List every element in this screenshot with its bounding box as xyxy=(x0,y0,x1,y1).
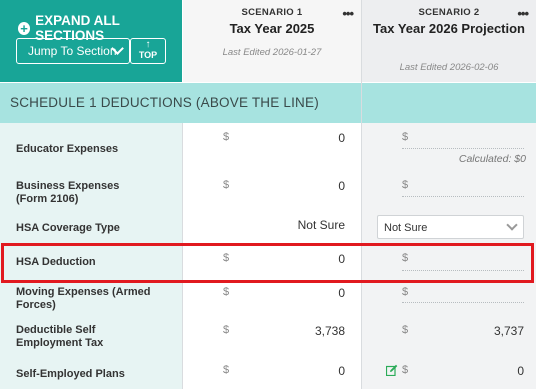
currency-symbol: $ xyxy=(402,179,409,191)
row-label-hsa-deduction: HSA Deduction xyxy=(16,256,96,268)
scenario-2-header: SCENARIO 2 Tax Year 2026 Projection Last… xyxy=(362,0,536,82)
input-underline xyxy=(402,196,524,197)
scenario-name: Tax Year 2025 xyxy=(229,21,315,36)
currency-symbol: $ xyxy=(223,131,230,143)
header-actions: + EXPAND ALL SECTIONS Jump To Section ↑ … xyxy=(0,0,182,82)
scenario-label: SCENARIO 2 xyxy=(418,7,480,18)
tax-scenario-comparison: + EXPAND ALL SECTIONS Jump To Section ↑ … xyxy=(0,0,536,389)
section-header[interactable]: SCHEDULE 1 DEDUCTIONS (ABOVE THE LINE) xyxy=(0,83,536,123)
business-expenses-s1-input[interactable]: 0 xyxy=(265,179,345,193)
hsa-coverage-s2-select[interactable]: Not Sure xyxy=(377,215,524,239)
currency-symbol: $ xyxy=(402,286,409,298)
edit-icon[interactable] xyxy=(386,364,398,376)
scenario-label: SCENARIO 1 xyxy=(241,7,303,18)
last-edited-text: Last Edited 2026-02-06 xyxy=(399,62,499,73)
currency-symbol: $ xyxy=(402,364,409,376)
row-label-educator-expenses: Educator Expenses xyxy=(16,143,119,155)
column-divider xyxy=(361,0,362,389)
input-underline xyxy=(402,302,524,303)
self-employed-plans-s1-input[interactable]: 0 xyxy=(265,364,345,378)
currency-symbol: $ xyxy=(402,324,409,336)
jump-to-section-dropdown[interactable]: Jump To Section xyxy=(16,38,130,64)
top-button[interactable]: ↑ TOP xyxy=(130,38,166,64)
hsa-coverage-s2-selected: Not Sure xyxy=(384,222,428,234)
currency-symbol: $ xyxy=(223,324,230,336)
hsa-coverage-s1-value[interactable]: Not Sure xyxy=(265,218,345,232)
row-label-self-employed-plans: Self-Employed Plans xyxy=(16,368,125,380)
chevron-down-icon xyxy=(506,219,518,231)
deductible-se-tax-s1-value[interactable]: 3,738 xyxy=(265,324,345,338)
currency-symbol: $ xyxy=(223,252,230,264)
input-underline xyxy=(402,148,524,149)
currency-symbol: $ xyxy=(223,364,230,376)
self-employed-plans-s2-input[interactable]: 0 xyxy=(444,364,524,378)
deductible-se-tax-s2-value[interactable]: 3,737 xyxy=(444,324,524,338)
more-options-icon[interactable]: ••• xyxy=(517,6,529,21)
currency-symbol: $ xyxy=(402,131,409,143)
top-label: TOP xyxy=(138,50,158,60)
row-label-moving-expenses: Moving Expenses (Armed Forces) xyxy=(16,286,151,311)
scenario-1-header: SCENARIO 1 Tax Year 2025 Last Edited 202… xyxy=(183,0,361,82)
plus-circle-icon: + xyxy=(18,21,31,35)
moving-expenses-s1-input[interactable]: 0 xyxy=(265,286,345,300)
calculated-note: Calculated: $0 xyxy=(458,153,526,165)
currency-symbol: $ xyxy=(223,179,230,191)
arrow-up-icon: ↑ xyxy=(145,39,151,50)
jump-to-section-label: Jump To Section xyxy=(28,44,117,58)
last-edited-text: Last Edited 2026-01-27 xyxy=(222,47,322,58)
more-options-icon[interactable]: ••• xyxy=(342,6,354,21)
currency-symbol: $ xyxy=(223,286,230,298)
hsa-deduction-s1-input[interactable]: 0 xyxy=(265,252,345,266)
row-label-hsa-coverage-type: HSA Coverage Type xyxy=(16,222,120,234)
row-label-business-expenses: Business Expenses (Form 2106) xyxy=(16,180,120,205)
currency-symbol: $ xyxy=(402,252,409,264)
scenario-name: Tax Year 2026 Projection xyxy=(373,21,525,36)
row-label-deductible-se-tax: Deductible Self Employment Tax xyxy=(16,324,104,349)
input-underline xyxy=(402,270,524,271)
educator-expenses-s1-input[interactable]: 0 xyxy=(265,131,345,145)
section-title: SCHEDULE 1 DEDUCTIONS (ABOVE THE LINE) xyxy=(10,95,319,110)
